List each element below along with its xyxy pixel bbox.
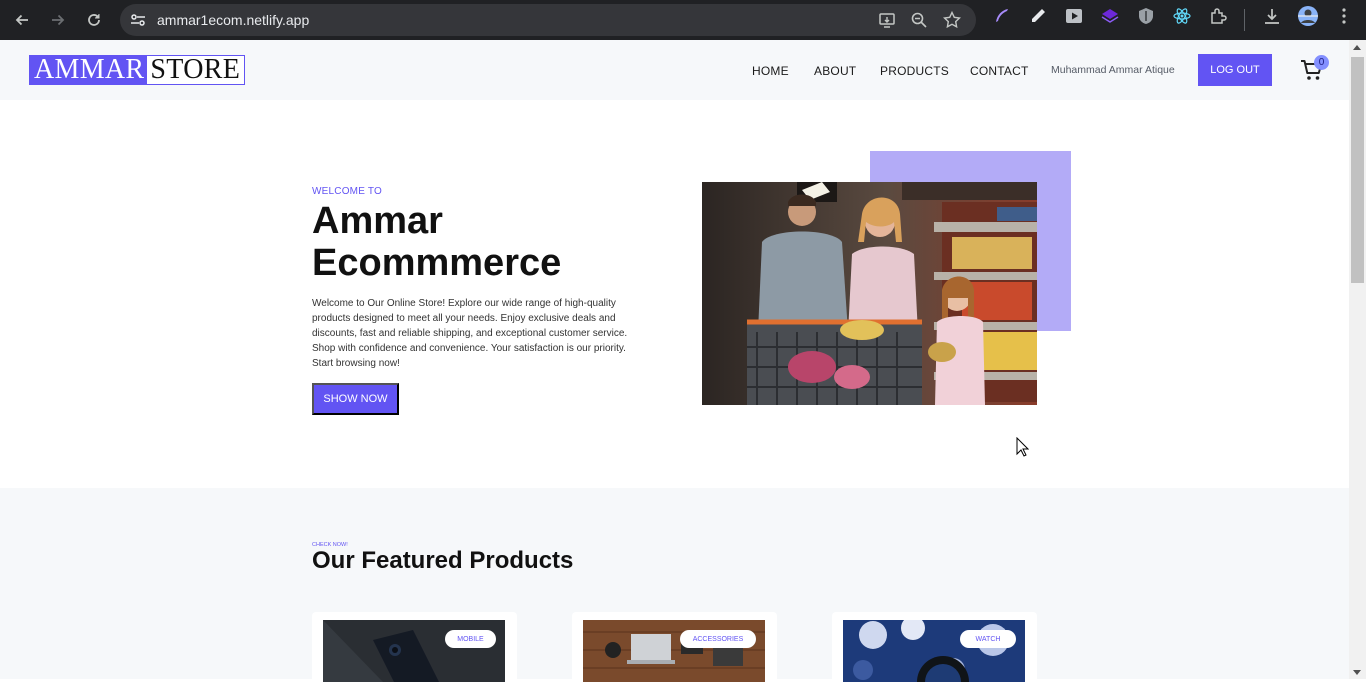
layers-extension-icon[interactable] — [1101, 7, 1119, 25]
eyedropper-extension-icon[interactable] — [1029, 7, 1047, 25]
user-name: Muhammad Ammar Atique — [1051, 64, 1175, 76]
install-app-icon[interactable] — [878, 11, 896, 29]
menu-icon[interactable] — [1335, 7, 1353, 25]
hero-section: WELCOME TO Ammar Ecommmerce Welcome to O… — [0, 100, 1349, 488]
category-tag-mobile: MOBILE — [445, 630, 496, 648]
browser-toolbar: ammar1ecom.netlify.app — [0, 0, 1366, 40]
logo-ammar: AMMAR — [30, 56, 148, 84]
scroll-thumb[interactable] — [1351, 57, 1364, 283]
cart-count-badge: 0 — [1314, 55, 1329, 70]
profile-avatar[interactable] — [1297, 5, 1319, 27]
toolbar-divider — [1244, 9, 1245, 31]
nav-about[interactable]: ABOUT — [814, 64, 856, 78]
scroll-down-arrow[interactable] — [1353, 670, 1361, 675]
address-bar[interactable]: ammar1ecom.netlify.app — [120, 4, 976, 36]
show-now-button[interactable]: SHOW NOW — [312, 383, 399, 415]
site-header: AMMAR STORE HOME ABOUT PRODUCTS CONTACT … — [0, 40, 1349, 100]
logout-button[interactable]: LOG OUT — [1198, 54, 1272, 86]
bookmark-star-icon[interactable] — [943, 11, 961, 29]
download-icon[interactable] — [1263, 7, 1281, 25]
product-card-accessories[interactable]: ACCESSORIES — [572, 612, 777, 692]
react-devtools-icon[interactable] — [1173, 7, 1191, 25]
product-card-mobile[interactable]: MOBILE — [312, 612, 517, 692]
mouse-cursor-icon — [1016, 437, 1029, 457]
product-card-watch[interactable]: WATCH — [832, 612, 1037, 692]
store-logo[interactable]: AMMAR STORE — [29, 55, 246, 85]
extensions-icon[interactable] — [1209, 7, 1227, 25]
feather-extension-icon[interactable] — [993, 7, 1011, 25]
logo-store: STORE — [147, 56, 245, 84]
featured-section: CHECK NOW! Our Featured Products MOBILE — [0, 488, 1349, 692]
video-extension-icon[interactable] — [1065, 7, 1083, 25]
featured-title: Our Featured Products — [312, 547, 574, 574]
back-icon[interactable] — [8, 6, 36, 34]
site-info-icon[interactable] — [129, 11, 147, 29]
url-text: ammar1ecom.netlify.app — [157, 12, 310, 28]
hero-title: Ammar Ecommmerce — [312, 200, 562, 284]
reload-icon[interactable] — [80, 6, 108, 34]
category-tag-watch: WATCH — [960, 630, 1016, 648]
hero-eyebrow: WELCOME TO — [312, 186, 382, 197]
nav-home[interactable]: HOME — [752, 64, 789, 78]
hero-description: Welcome to Our Online Store! Explore our… — [312, 298, 628, 369]
nav-products[interactable]: PRODUCTS — [880, 64, 949, 78]
nav-contact[interactable]: CONTACT — [970, 64, 1029, 78]
hero-family-shopping-image — [702, 182, 1037, 405]
page-scrollbar[interactable] — [1349, 40, 1366, 679]
category-tag-accessories: ACCESSORIES — [680, 630, 756, 648]
forward-icon[interactable] — [44, 6, 72, 34]
zoom-icon[interactable] — [910, 11, 928, 29]
scroll-up-arrow[interactable] — [1353, 45, 1361, 50]
shield-extension-icon[interactable] — [1137, 7, 1155, 25]
